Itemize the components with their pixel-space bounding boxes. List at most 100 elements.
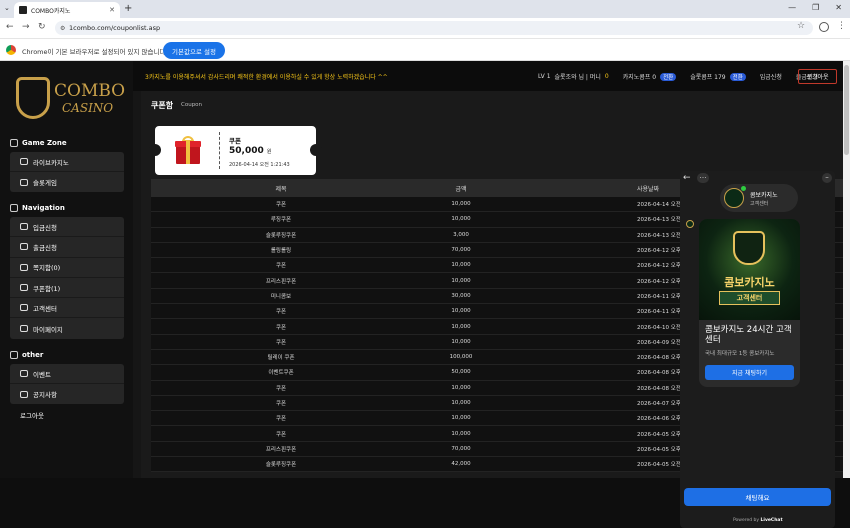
cell-amount: 10,000: [451, 308, 471, 315]
coupon-card[interactable]: 쿠폰 50,000 원 2026-04-14 오전 1:21:43: [149, 126, 322, 175]
sidebar-item-live-casino[interactable]: 라이브카지노: [10, 152, 124, 172]
user-name: 슬롯조와 님 | 머니: [554, 74, 601, 81]
sidebar-item-events[interactable]: 이벤트: [10, 364, 124, 384]
chrome-menu-icon[interactable]: ⋮: [837, 21, 846, 31]
sidebar-item-notices[interactable]: 공지사항: [10, 384, 124, 404]
sidebar-item-label: 쿠폰함(1): [33, 284, 61, 293]
chat-card: 콤보카지노 고객센터 콤보카지노 24시간 고객센터 국내 최대규모 1등 콤보…: [699, 219, 800, 387]
section-other: other: [10, 351, 43, 359]
back-icon[interactable]: ←: [6, 22, 14, 32]
cell-amount: 10,000: [451, 384, 471, 391]
gift-box-icon: [175, 136, 201, 164]
sidebar-item-support[interactable]: 고객센터: [10, 298, 124, 319]
browser-tab[interactable]: COMBO카지노 ✕: [14, 2, 120, 18]
sidebar-item-coupons[interactable]: 쿠폰함(1): [10, 278, 124, 299]
cell-amount: 10,000: [451, 277, 471, 284]
header-title: 제목: [275, 185, 287, 193]
agent-name: 콤보카지노: [750, 192, 778, 199]
powered-by: Powered by LiveChat: [733, 518, 783, 523]
deposit-icon: [20, 223, 28, 231]
slot-convert-button[interactable]: 전환: [729, 72, 746, 81]
set-default-button[interactable]: 기본값으로 설정: [163, 42, 225, 59]
cell-title: 쿠폰: [275, 309, 287, 316]
coupon-name: 쿠폰: [229, 137, 241, 145]
notice-icon: [20, 390, 28, 398]
close-window-icon[interactable]: ✕: [835, 3, 842, 12]
chat-back-icon[interactable]: ←: [683, 173, 691, 183]
bookmark-star-icon[interactable]: ☆: [797, 21, 805, 31]
favicon-icon: [19, 6, 27, 14]
casino-convert-button[interactable]: 전환: [660, 72, 677, 81]
navigation-icon: [10, 204, 18, 212]
user-level: LV 1: [538, 73, 551, 80]
logo-shield-icon: [16, 77, 50, 119]
start-chat-button[interactable]: 지금 채팅하기: [705, 365, 794, 380]
profile-icon[interactable]: [819, 22, 829, 32]
site-logo[interactable]: COMBO CASINO: [14, 75, 125, 125]
cell-amount: 70,000: [451, 445, 471, 452]
cell-amount: 50,000: [451, 369, 471, 376]
cell-amount: 10,000: [451, 262, 471, 269]
cell-title: 프리스핀쿠폰: [265, 278, 297, 285]
coupon-amount: 50,000 원: [229, 146, 271, 156]
site-info-icon[interactable]: ⚙: [60, 25, 65, 32]
sidebar-item-label: 출금신청: [33, 243, 57, 252]
logo-text-casino: CASINO: [62, 101, 114, 115]
event-icon: [20, 370, 28, 377]
sidebar-item-messages[interactable]: 쪽지함(0): [10, 258, 124, 278]
minimize-icon[interactable]: —: [788, 3, 796, 12]
cell-title: 쿠폰: [275, 324, 287, 331]
sidebar-item-slot[interactable]: 슬롯게임: [10, 172, 124, 192]
url-field[interactable]: ⚙ 1combo.com/couponlist.asp: [55, 21, 813, 35]
cell-amount: 10,000: [451, 216, 471, 223]
sidebar-item-label: 마이페이지: [33, 325, 63, 334]
agent-avatar: [724, 188, 744, 208]
header-amount: 금액: [455, 185, 467, 193]
livechat-brand: LiveChat: [760, 518, 783, 523]
cell-amount: 42,000: [451, 461, 471, 468]
cell-amount: 30,000: [451, 292, 471, 299]
chat-send-button[interactable]: 채팅해요: [684, 488, 831, 506]
sidebar-item-mypage[interactable]: 마이페이지: [10, 318, 124, 338]
top-bar: 3카지노를 이용해주셔서 감사드리며 쾌적한 환경에서 이용하실 수 있게 항상…: [133, 61, 843, 91]
section-title: Navigation: [22, 204, 65, 212]
cell-title: 롤링롤링: [270, 248, 292, 255]
chat-more-icon[interactable]: …: [697, 173, 709, 183]
page-scrollbar[interactable]: [843, 61, 850, 478]
notice-ticker: 3카지노를 이용해주셔서 감사드리며 쾌적한 환경에서 이용하실 수 있게 항상…: [145, 74, 388, 81]
cell-title: 쿠폰: [275, 385, 287, 392]
new-tab-icon[interactable]: +: [124, 3, 132, 14]
url-text: 1combo.com/couponlist.asp: [69, 24, 161, 32]
cell-amount: 10,000: [451, 415, 471, 422]
sidebar-logout-link[interactable]: 로그아웃: [20, 410, 44, 420]
restore-icon[interactable]: ❐: [812, 3, 819, 12]
coupon-amount-value: 50,000: [229, 146, 264, 156]
tab-title: COMBO카지노: [31, 7, 71, 15]
reload-icon[interactable]: ↻: [38, 22, 46, 32]
online-dot-icon: [741, 186, 746, 191]
forward-icon[interactable]: →: [22, 22, 30, 32]
sidebar: COMBO CASINO Game Zone 라이브카지노 슬롯게임 Navig…: [0, 61, 133, 478]
cell-amount: 10,000: [451, 430, 471, 437]
cell-amount: 3,000: [453, 231, 469, 238]
cell-title: 프리스핀쿠폰: [265, 446, 297, 453]
scrollbar-thumb[interactable]: [844, 65, 849, 155]
sidebar-item-label: 입금신청: [33, 223, 57, 232]
sidebar-item-deposit[interactable]: 입금신청: [10, 217, 124, 238]
cell-title: 쿠폰: [275, 431, 287, 438]
card-title: 콤보카지노 24시간 고객센터: [705, 325, 792, 345]
tab-list-icon[interactable]: ⌄: [4, 4, 10, 12]
coupon-date: 2026-04-14 오전 1:21:43: [229, 162, 290, 168]
sidebar-item-label: 이벤트: [33, 370, 51, 379]
cell-title: 이벤트쿠폰: [268, 370, 294, 377]
sidebar-item-withdraw[interactable]: 출금신청: [10, 237, 124, 258]
logout-button[interactable]: 로그아웃: [798, 69, 837, 84]
deposit-link[interactable]: 입금신청: [760, 72, 782, 81]
sidebar-item-label: 쪽지함(0): [33, 264, 61, 273]
user-info: LV 1 슬롯조와 님 | 머니 0 카지노콤프 0 전환 슬롯콤프 179 전…: [538, 72, 818, 81]
close-tab-icon[interactable]: ✕: [109, 6, 115, 14]
chat-minimize-icon[interactable]: –: [822, 173, 832, 183]
cell-title: 루징쿠폰: [270, 217, 292, 224]
game-zone-group: 라이브카지노 슬롯게임: [10, 152, 124, 192]
cell-title: 쿠폰: [275, 401, 287, 407]
